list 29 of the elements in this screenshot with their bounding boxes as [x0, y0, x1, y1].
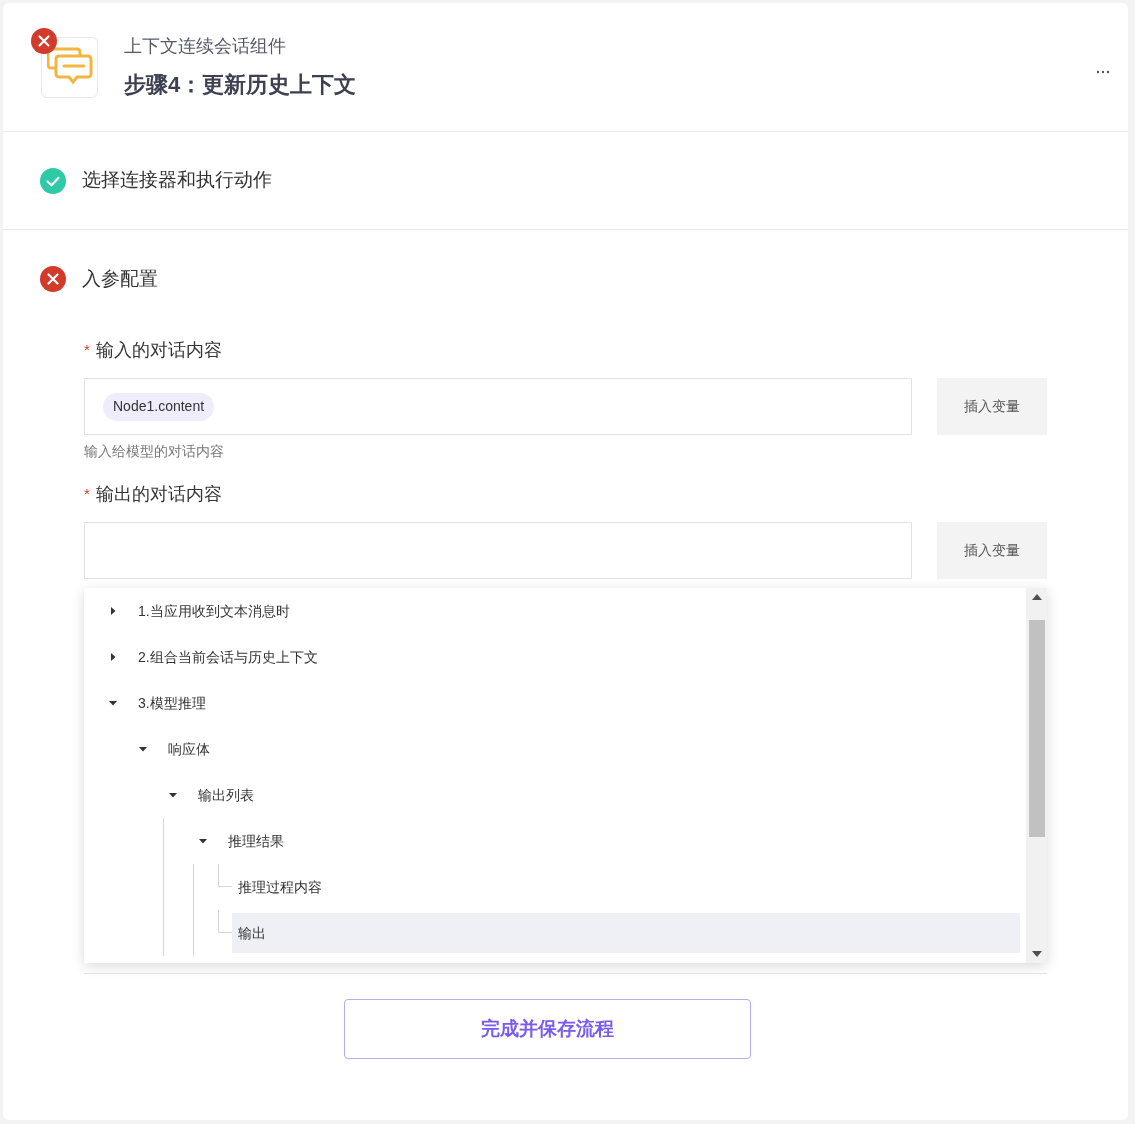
save-flow-button[interactable]: 完成并保存流程 — [344, 999, 751, 1059]
help-text: 输入给模型的对话内容 — [84, 442, 225, 461]
caret-down-icon[interactable] — [138, 744, 148, 754]
caret-right-icon[interactable] — [108, 606, 118, 616]
tree-item[interactable]: 输出 — [232, 913, 1020, 953]
caret-down-icon[interactable] — [198, 836, 208, 846]
required-mark: * — [84, 483, 90, 504]
caret-down-icon[interactable] — [108, 698, 118, 708]
step-title: 选择连接器和执行动作 — [82, 168, 272, 193]
required-mark: * — [84, 339, 90, 360]
caret-down-icon[interactable] — [168, 790, 178, 800]
step-title: 入参配置 — [82, 266, 158, 291]
field-label: 输入的对话内容 — [95, 338, 222, 362]
scroll-down-icon[interactable] — [1031, 951, 1042, 957]
field-label: 输出的对话内容 — [95, 482, 222, 506]
tree-connector — [218, 864, 232, 887]
page-title: 步骤4：更新历史上下文 — [124, 71, 358, 99]
insert-variable-button[interactable]: 插入变量 — [937, 378, 1047, 435]
more-icon[interactable] — [1096, 70, 1110, 74]
input-field[interactable]: Node1.content — [84, 378, 912, 435]
scrollbar[interactable] — [1026, 588, 1047, 963]
tree-connector — [218, 910, 232, 933]
caret-right-icon[interactable] — [108, 652, 118, 662]
input-field[interactable] — [84, 522, 912, 579]
subtitle: 上下文连续会话组件 — [124, 35, 287, 58]
scroll-up-icon[interactable] — [1031, 594, 1042, 600]
variable-tag: Node1.content — [103, 392, 215, 421]
scrollbar-thumb[interactable] — [1028, 620, 1045, 837]
insert-variable-button[interactable]: 插入变量 — [937, 522, 1047, 579]
